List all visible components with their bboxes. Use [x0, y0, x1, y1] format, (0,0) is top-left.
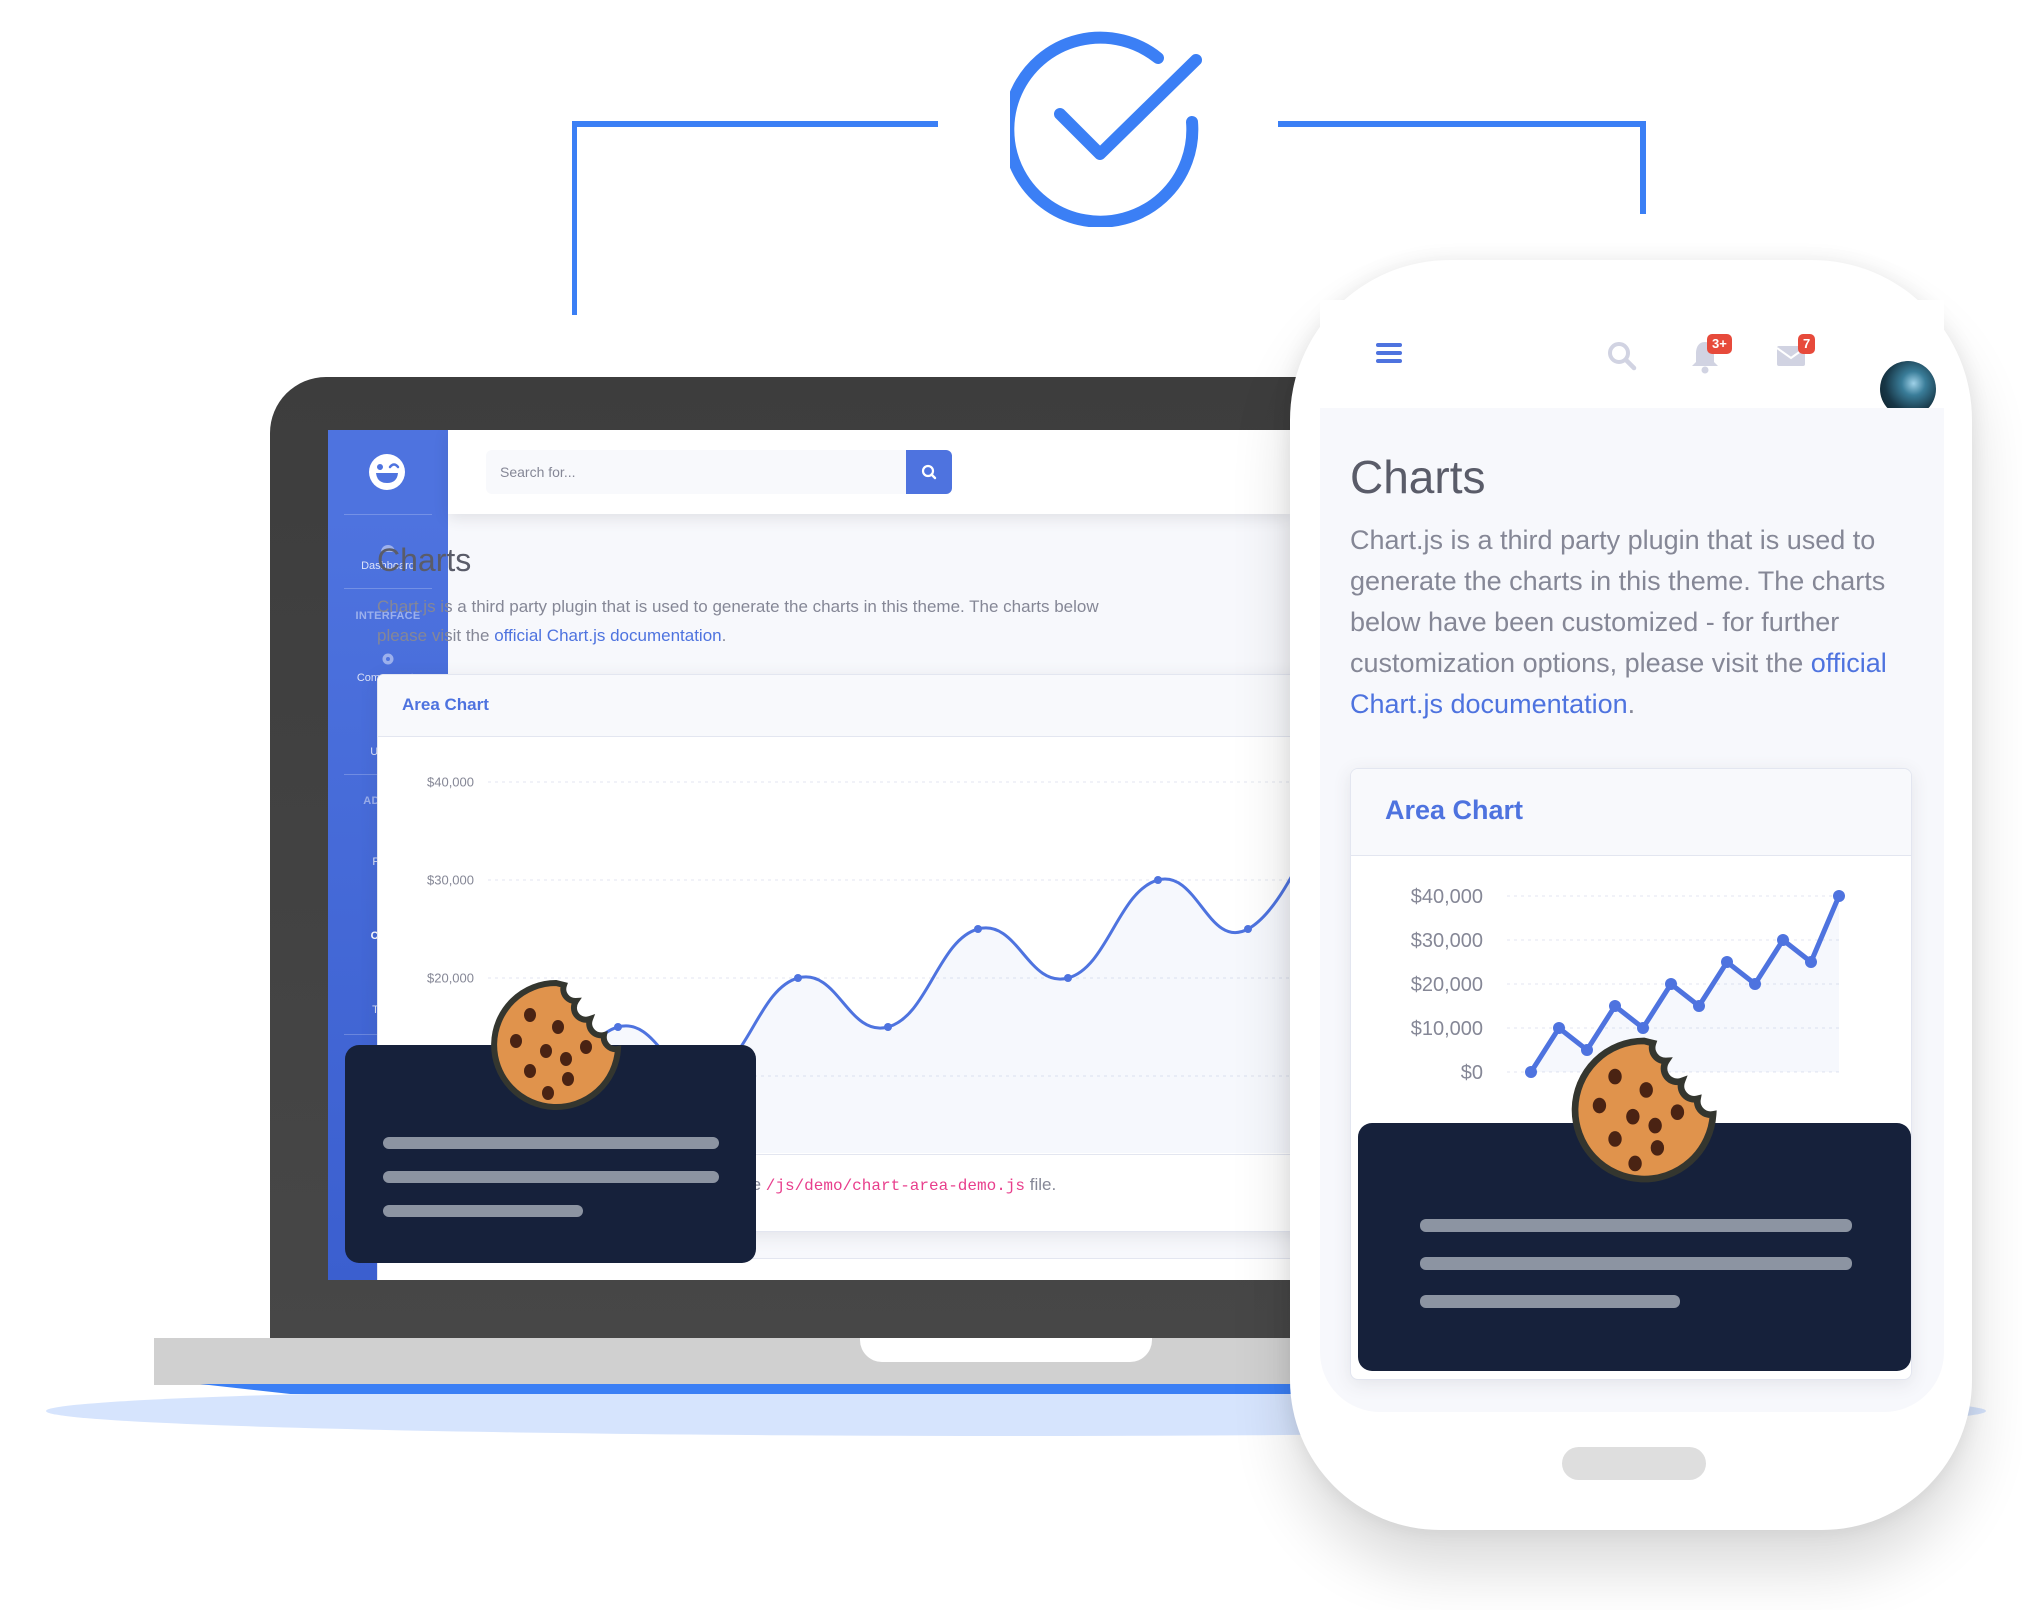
data-point[interactable]	[974, 925, 982, 933]
laptop-notch	[860, 1338, 1152, 1362]
connector-right-vertical	[1640, 121, 1646, 214]
chartjs-docs-link[interactable]: official Chart.js documentation	[494, 626, 721, 645]
cookie-chip	[1648, 1117, 1662, 1134]
cookie-chip	[540, 1044, 552, 1058]
search-button[interactable]	[906, 450, 952, 494]
cookie-chip	[1592, 1097, 1607, 1114]
phone-topbar: 3+ 7	[1320, 300, 1944, 417]
card-header: Area Chart	[1351, 769, 1911, 856]
y-tick-label: $30,000	[427, 873, 474, 888]
y-tick-label: $0	[1461, 1062, 1483, 1084]
cookie-chip	[1650, 1140, 1665, 1156]
page-description-text: .	[721, 626, 727, 645]
search-input[interactable]	[486, 450, 906, 494]
placeholder-text-line	[1420, 1257, 1852, 1270]
placeholder-text-line	[1420, 1295, 1680, 1308]
laptop-base	[154, 1338, 1330, 1385]
data-point[interactable]	[794, 974, 802, 982]
card-title: Area Chart	[1385, 795, 1524, 825]
cog-icon	[382, 653, 394, 665]
messages-badge: 7	[1798, 334, 1816, 354]
cookie-chip	[1608, 1131, 1622, 1147]
alerts-button[interactable]: 3+	[1690, 334, 1732, 380]
data-point[interactable]	[884, 1023, 892, 1031]
cookie-chip	[562, 1072, 574, 1086]
page-description-text: Chart.js is a third party plugin that is…	[1350, 525, 1886, 678]
data-point[interactable]	[1525, 1066, 1537, 1078]
cookie-chip	[542, 1086, 554, 1100]
data-point[interactable]	[1609, 1000, 1621, 1012]
cookie-icon	[1571, 1037, 1717, 1183]
y-tick-label: $30,000	[1411, 930, 1483, 952]
data-point[interactable]	[1721, 956, 1733, 968]
data-point[interactable]	[1553, 1022, 1565, 1034]
page-description-text: .	[1627, 689, 1636, 719]
placeholder-text-line	[1420, 1219, 1852, 1232]
phone-home-button	[1562, 1447, 1706, 1480]
cookie-chip	[1670, 1104, 1685, 1121]
connector-left-vertical	[572, 121, 577, 315]
page-description-text: Chart.js is a third party plugin that is…	[377, 597, 1099, 616]
cookie-chip	[510, 1034, 522, 1048]
cookie-chip	[524, 1008, 536, 1022]
card-title: Area Chart	[402, 695, 489, 714]
page-description-text: please visit the	[377, 626, 495, 645]
y-tick-label: $40,000	[427, 775, 474, 790]
cookie-icon	[491, 979, 622, 1110]
cookie-chip	[560, 1052, 572, 1066]
data-point[interactable]	[1154, 876, 1162, 884]
footer-text: file.	[1025, 1175, 1057, 1194]
data-point[interactable]	[1749, 978, 1761, 990]
cookie-chip	[1628, 1155, 1642, 1172]
page-description: Chart.js is a third party plugin that is…	[377, 592, 1277, 650]
cookie-chip	[1608, 1068, 1622, 1085]
data-point[interactable]	[1244, 925, 1252, 933]
check-circle-icon	[1010, 31, 1202, 227]
cookie-chip	[552, 1020, 564, 1034]
search-icon[interactable]	[1606, 340, 1638, 372]
page-description: Chart.js is a third party plugin that is…	[1350, 520, 1940, 725]
topbar	[448, 430, 1290, 514]
cookie-chip	[1639, 1082, 1653, 1098]
y-tick-label: $20,000	[427, 971, 474, 986]
y-tick-label: $40,000	[1411, 886, 1483, 908]
placeholder-text-line	[383, 1171, 719, 1183]
code-path: /js/demo/chart-area-demo.js	[765, 1177, 1026, 1195]
connector-left-horizontal	[572, 121, 938, 127]
data-point[interactable]	[1777, 934, 1789, 946]
sidebar-divider	[344, 514, 432, 515]
cookie-chip	[580, 1040, 592, 1054]
page-title: Charts	[1350, 451, 1486, 503]
card-header: Area Chart	[378, 675, 1290, 737]
alerts-badge: 3+	[1707, 334, 1732, 354]
y-tick-label: $20,000	[1411, 974, 1483, 996]
y-tick-label: $10,000	[1411, 1018, 1483, 1040]
hamburger-menu-icon[interactable]	[1376, 342, 1402, 364]
placeholder-text-line	[383, 1205, 583, 1217]
search-icon	[921, 464, 937, 480]
cookie-chip	[1626, 1108, 1640, 1125]
data-point[interactable]	[1693, 1000, 1705, 1012]
sidebar-divider	[344, 588, 432, 589]
data-point[interactable]	[1805, 956, 1817, 968]
page-title: Charts	[377, 542, 472, 578]
placeholder-text-line	[383, 1137, 719, 1149]
cookie-chip	[524, 1064, 536, 1078]
data-point[interactable]	[1064, 974, 1072, 982]
connector-right-horizontal	[1278, 121, 1646, 127]
laptop-base-accent	[200, 1384, 1330, 1394]
laugh-wink-logo-icon[interactable]	[367, 452, 407, 492]
messages-button[interactable]: 7	[1776, 334, 1816, 380]
data-point[interactable]	[1665, 978, 1677, 990]
data-point[interactable]	[1833, 890, 1845, 902]
